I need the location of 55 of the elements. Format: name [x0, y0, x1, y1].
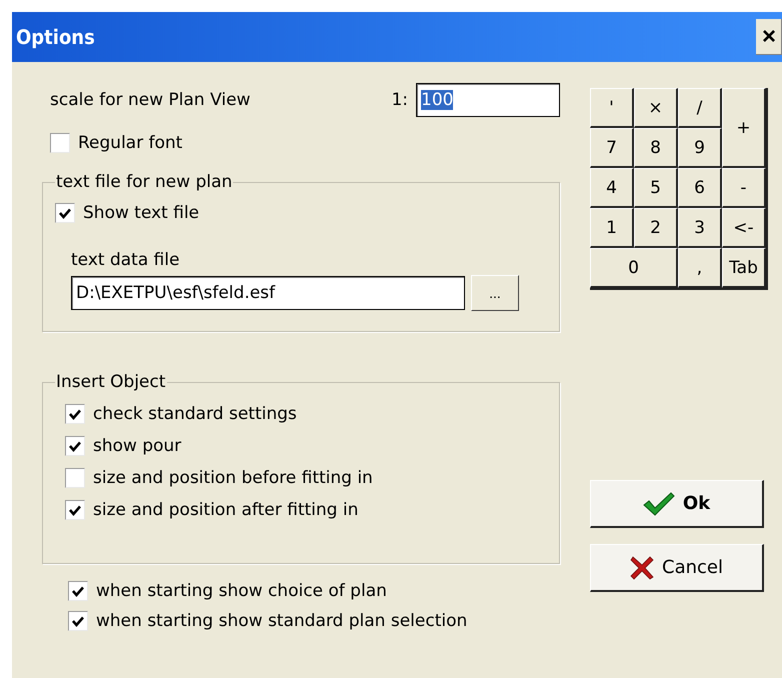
checkbox-label: show pour	[93, 436, 182, 456]
checkbox-label: size and position before fitting in	[93, 468, 373, 488]
keypad-key[interactable]: -	[722, 168, 766, 208]
keypad-key[interactable]: 1	[590, 208, 634, 248]
group-label: Insert Object	[55, 372, 167, 392]
keypad-key[interactable]: 7	[590, 128, 634, 168]
keypad-key[interactable]: '	[590, 88, 634, 128]
file-label: text data file	[71, 250, 180, 270]
checkbox-label: check standard settings	[93, 404, 297, 424]
check-icon	[642, 492, 675, 516]
checkbox-label: when starting show standard plan selection	[96, 611, 468, 631]
keypad-key[interactable]: 6	[678, 168, 722, 208]
keypad-key[interactable]: 5	[634, 168, 678, 208]
keypad-key[interactable]: 8	[634, 128, 678, 168]
keypad-key[interactable]: /	[678, 88, 722, 128]
check-icon	[72, 586, 84, 596]
checkbox[interactable]	[50, 133, 70, 153]
check-icon	[72, 616, 84, 626]
keypad-key[interactable]: 2	[634, 208, 678, 248]
checkbox[interactable]	[68, 611, 88, 631]
scale-value: 100	[421, 90, 454, 110]
checkbox[interactable]	[65, 436, 85, 456]
close-button[interactable]: ×	[756, 19, 782, 55]
checkbox-label: when starting show choice of plan	[96, 581, 387, 601]
keypad-key[interactable]: +	[722, 88, 766, 168]
keypad-key[interactable]: ,	[678, 248, 722, 288]
group-label: text file for new plan	[55, 172, 234, 192]
check-icon	[69, 440, 81, 452]
scale-prefix: 1:	[391, 90, 408, 110]
checkbox-label: Show text file	[83, 203, 200, 223]
keypad-key[interactable]: 3	[678, 208, 722, 248]
scale-field[interactable]: 100	[416, 83, 560, 117]
checkbox[interactable]	[68, 581, 88, 601]
keypad-key[interactable]: 9	[678, 128, 722, 168]
browse-button[interactable]: ...	[471, 275, 519, 311]
check-icon	[69, 408, 81, 420]
checkbox[interactable]	[65, 404, 85, 424]
window-title: Options	[16, 25, 95, 49]
check-icon	[69, 504, 81, 516]
checkbox[interactable]	[55, 203, 75, 223]
cancel-button[interactable]: Cancel	[590, 544, 764, 592]
keypad-key[interactable]: Tab	[722, 248, 766, 288]
keypad-key[interactable]: 0	[590, 248, 678, 288]
checkbox-label: Regular font	[78, 133, 182, 153]
ok-button[interactable]: Ok	[590, 480, 764, 528]
checkbox[interactable]	[65, 500, 85, 520]
check-icon	[59, 208, 71, 218]
keypad-key[interactable]: ×	[634, 88, 678, 128]
keypad-key[interactable]: <-	[722, 208, 766, 248]
checkbox-label: size and position after fitting in	[93, 500, 358, 520]
keypad-key[interactable]: 4	[590, 168, 634, 208]
scale-label: scale for new Plan View	[50, 90, 250, 110]
file-path-field[interactable]: D:\EXETPU\esf\sfeld.esf	[71, 276, 465, 310]
cross-icon	[630, 556, 654, 580]
checkbox[interactable]	[65, 468, 85, 488]
